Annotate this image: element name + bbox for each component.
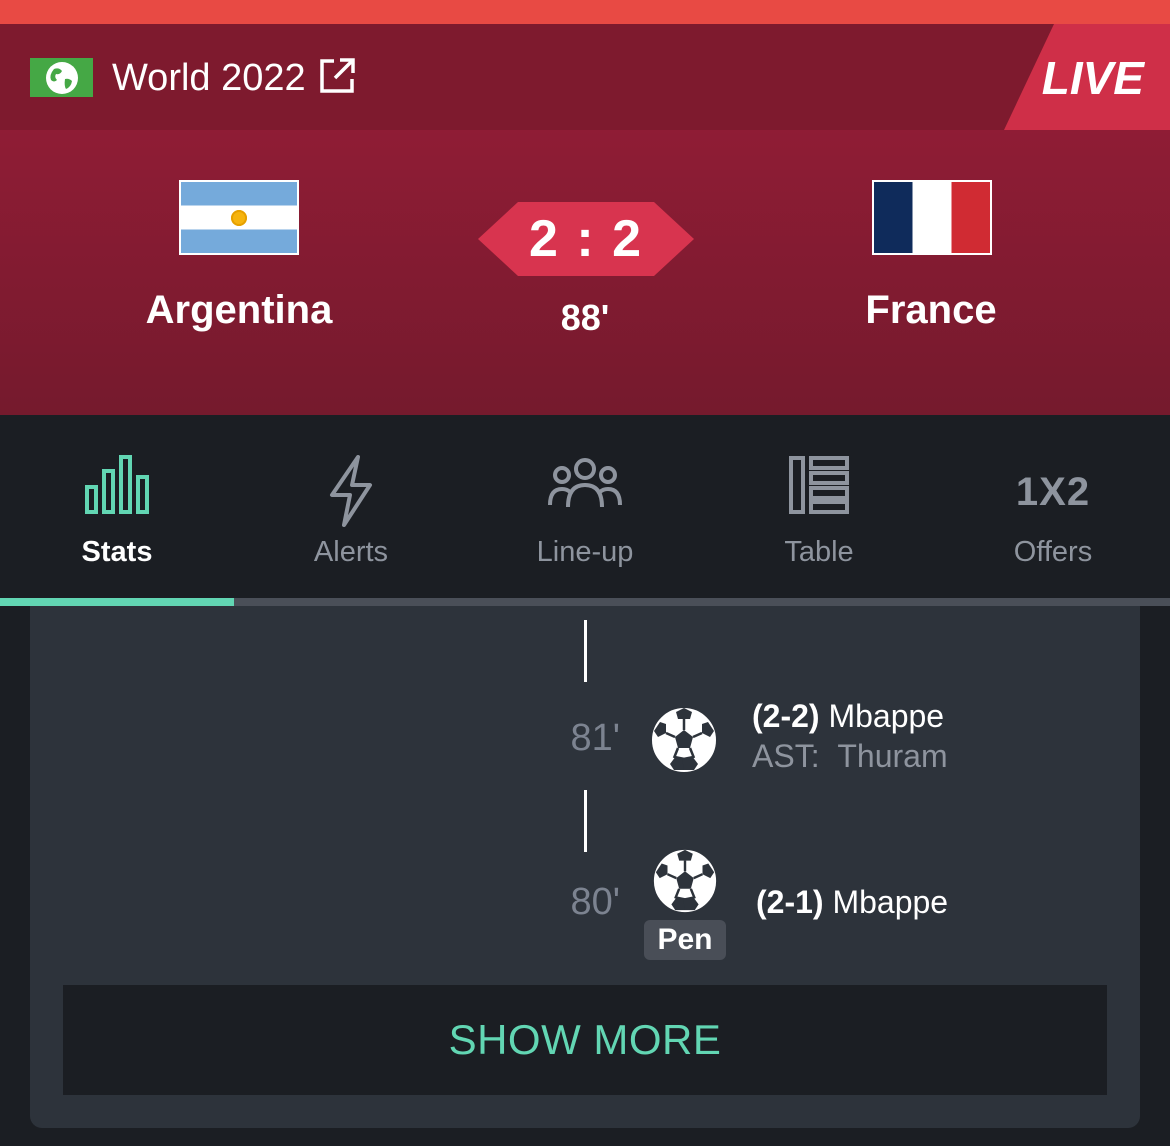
- tab-stats[interactable]: Stats: [0, 415, 234, 598]
- timeline-line: [584, 790, 587, 852]
- tab-bar: Stats Alerts Line-up Table 1X2 Offers: [0, 415, 1170, 598]
- tab-label: Line-up: [536, 536, 634, 568]
- show-more-button[interactable]: SHOW MORE: [63, 985, 1107, 1095]
- tab-offers[interactable]: 1X2 Offers: [936, 415, 1170, 598]
- tab-alerts[interactable]: Alerts: [234, 415, 468, 598]
- event-score: (2-1): [756, 884, 824, 920]
- argentina-flag-icon[interactable]: [179, 180, 299, 255]
- penalty-badge: Pen: [644, 920, 726, 960]
- assist-label: AST:: [752, 738, 820, 774]
- table-icon: [789, 456, 849, 514]
- soccer-ball-icon: [650, 706, 718, 774]
- odds-1x2-icon: 1X2: [1015, 470, 1091, 514]
- tab-table[interactable]: Table: [702, 415, 936, 598]
- tab-label: Table: [784, 536, 854, 568]
- top-accent-stripe: [0, 0, 1170, 24]
- event-scorer: (2-1) Mbappe: [756, 882, 948, 922]
- live-label: LIVE: [1041, 52, 1144, 104]
- event-minute: 81': [570, 717, 620, 759]
- tab-lineup[interactable]: Line-up: [468, 415, 702, 598]
- people-group-icon: [548, 458, 622, 508]
- competition-bar: World 2022 LIVE: [0, 24, 1170, 130]
- event-score: (2-2): [752, 698, 820, 734]
- tab-label: Alerts: [313, 536, 389, 568]
- lightning-icon: [330, 455, 372, 527]
- active-tab-indicator: [0, 598, 234, 606]
- event-scorer: (2-2) Mbappe: [752, 696, 944, 736]
- event-assist: AST: Thuram: [752, 736, 948, 776]
- competition-title[interactable]: World 2022: [112, 54, 306, 102]
- tab-indicator-track: [0, 598, 1170, 606]
- tab-label: Offers: [1013, 536, 1093, 568]
- events-panel: 81' (2-2) Mbappe AST: Thuram 80' Pen (2-…: [30, 606, 1140, 1128]
- match-minute: 88': [560, 297, 610, 338]
- event-player: Mbappe: [828, 698, 945, 734]
- timeline-line: [584, 620, 587, 682]
- assist-player: Thuram: [837, 738, 948, 774]
- sun-of-may-icon: [231, 209, 247, 226]
- external-link-icon[interactable]: [318, 57, 356, 95]
- tab-label: Stats: [81, 536, 153, 568]
- event-minute: 80': [570, 881, 620, 923]
- show-more-label: SHOW MORE: [448, 1016, 722, 1063]
- match-header: Argentina 2 : 2 88' France: [0, 130, 1170, 415]
- soccer-ball-icon: [651, 847, 719, 915]
- score-badge: 2 : 2: [478, 202, 694, 276]
- event-player: Mbappe: [832, 884, 949, 920]
- away-team-name[interactable]: France: [781, 285, 1081, 335]
- home-team-name[interactable]: Argentina: [89, 285, 389, 335]
- globe-icon: [30, 58, 93, 97]
- france-flag-icon[interactable]: [872, 180, 992, 255]
- score-value: 2 : 2: [528, 210, 644, 268]
- stats-bars-icon: [85, 455, 149, 514]
